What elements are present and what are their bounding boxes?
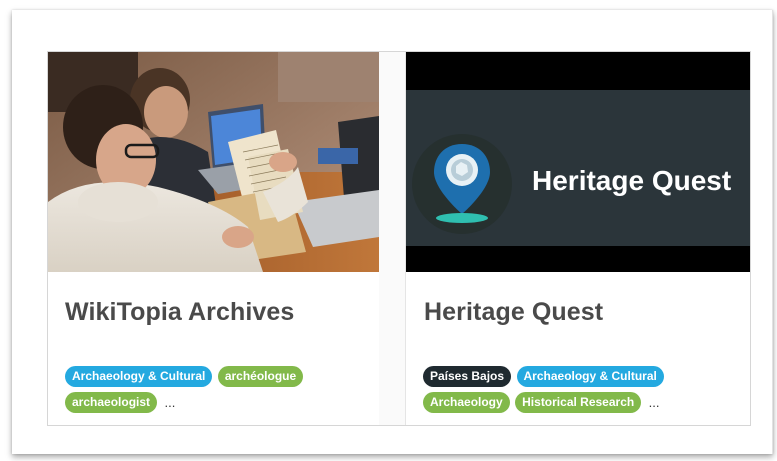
card-heritage-quest[interactable]: Heritage Quest Heritage Quest Países Baj… — [405, 52, 750, 425]
card-image-heritage-quest-logo[interactable]: Heritage Quest — [406, 52, 750, 272]
tag-archaeologist[interactable]: archaeologist — [65, 392, 158, 413]
tag-archaeology-cultural[interactable]: Archaeology & Cultural — [516, 366, 664, 387]
card-image-archives-photo[interactable] — [48, 52, 379, 272]
logo-wordmark: Heritage Quest — [532, 165, 732, 196]
more-tags-ellipsis: ... — [648, 395, 660, 410]
card-wikitopia-archives[interactable]: WikiTopia Archives Archaeology & Cultura… — [48, 52, 379, 425]
more-tags-ellipsis: ... — [164, 395, 176, 410]
card-title[interactable]: Heritage Quest — [424, 298, 603, 327]
tag-archeologue[interactable]: archéologue — [217, 366, 304, 387]
tag-historical-research[interactable]: Historical Research — [515, 392, 642, 413]
tag-archaeology-cultural[interactable]: Archaeology & Cultural — [65, 366, 213, 387]
card-gutter — [379, 52, 405, 425]
card-grid: WikiTopia Archives Archaeology & Cultura… — [47, 51, 751, 426]
tag-archaeology[interactable]: Archaeology — [423, 392, 510, 413]
tag-list: Archaeology & Cultural archéologue archa… — [65, 366, 385, 418]
tag-list: Países Bajos Archaeology & Cultural Arch… — [423, 366, 743, 418]
card-title[interactable]: WikiTopia Archives — [65, 298, 294, 327]
tag-paises-bajos[interactable]: Países Bajos — [423, 366, 512, 387]
